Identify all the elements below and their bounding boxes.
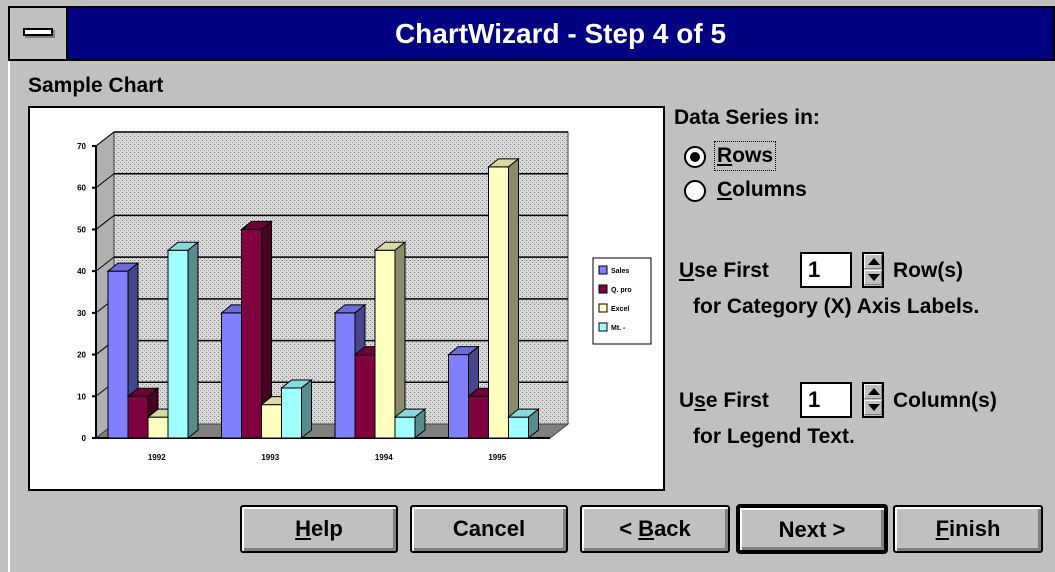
x-tick-label: 1993: [261, 453, 279, 462]
y-tick-label: 20: [77, 351, 86, 360]
help-button[interactable]: Help: [240, 505, 398, 553]
bar-side: [301, 378, 312, 440]
columns-radio[interactable]: [684, 180, 706, 202]
spin-down-button[interactable]: [864, 400, 882, 415]
bar-qpro-1992: [127, 395, 149, 439]
bar-excel-1992: [147, 416, 169, 439]
bar-qpro-1995: [468, 395, 489, 439]
chart-canvas: 0 10 20 30 40 50 60 70 1992 1993 1994 1995 Sales Q. p…: [77, 130, 652, 462]
next-button[interactable]: Next >: [737, 505, 887, 553]
legend-columns-spinner[interactable]: [862, 382, 884, 418]
category-rows-spinner[interactable]: [862, 252, 884, 288]
bar-side: [394, 241, 406, 440]
back-button[interactable]: < Back: [580, 505, 730, 553]
bar-side: [508, 157, 519, 440]
bar-excel-1994: [374, 249, 396, 439]
cancel-button[interactable]: Cancel: [410, 505, 568, 553]
category-axis-description: for Category (X) Axis Labels.: [693, 295, 980, 318]
y-tick-label: 10: [77, 392, 86, 401]
x-tick-label: 1994: [375, 453, 393, 462]
legend-label: Mt. -: [611, 325, 626, 332]
legend-swatch: [598, 322, 608, 332]
legend-label: Excel: [611, 306, 629, 313]
bar-excel-1995: [488, 166, 509, 439]
x-tick-label: 1995: [488, 453, 506, 462]
bar-excel-1993: [261, 404, 282, 439]
arrow-up-icon: [868, 258, 880, 265]
y-tick-label: 50: [77, 225, 86, 234]
y-tick-label: 60: [77, 184, 86, 193]
bar-sales-1994: [334, 312, 356, 439]
columns-radio-label[interactable]: Columns: [717, 178, 807, 202]
sample-chart: 0 10 20 30 40 50 60 70 1992 1993 1994 1995 Sales Q. p…: [28, 106, 665, 491]
bar-qpro-1993: [241, 228, 262, 439]
use-first-rows-label: Use First: [679, 259, 769, 282]
spin-down-button[interactable]: [864, 270, 882, 285]
y-tick-label: 40: [77, 267, 86, 276]
rows-unit-label: Row(s): [893, 259, 963, 282]
x-tick-label: 1992: [148, 453, 166, 462]
title-bar: ChartWizard - Step 4 of 5: [8, 6, 1055, 61]
bar-qpro-1994: [354, 354, 376, 439]
bar-sales-1995: [448, 354, 469, 439]
bar-mt-1993: [281, 387, 302, 439]
window-title: ChartWizard - Step 4 of 5: [394, 18, 727, 49]
legend-label: Q. pro: [611, 287, 632, 294]
system-menu-icon: [23, 28, 53, 36]
bar-sales-1992: [107, 270, 129, 439]
legend-label: Sales: [611, 268, 629, 275]
bar-mt-1992: [167, 249, 189, 439]
legend-columns-input[interactable]: 1: [800, 382, 852, 418]
rows-radio[interactable]: [684, 146, 706, 168]
legend-swatch: [598, 284, 608, 294]
use-first-columns-label: Use First: [679, 389, 769, 412]
radio-selected-dot: [690, 152, 700, 162]
system-menu-button[interactable]: [10, 8, 68, 59]
data-series-label: Data Series in:: [674, 106, 820, 129]
arrow-up-icon: [868, 388, 880, 395]
columns-unit-label: Column(s): [893, 389, 997, 412]
y-tick-label: 70: [77, 142, 86, 151]
spin-up-button[interactable]: [864, 254, 882, 269]
spin-up-button[interactable]: [864, 384, 882, 399]
rows-radio-label[interactable]: Rows: [713, 141, 777, 171]
y-tick-label: 30: [77, 309, 86, 318]
legend-swatch: [598, 303, 608, 313]
arrow-down-icon: [868, 274, 880, 281]
finish-button[interactable]: Finish: [893, 505, 1043, 553]
bar-mt-1995: [508, 416, 529, 439]
legend-text-description: for Legend Text.: [693, 425, 855, 448]
legend-swatch: [598, 265, 608, 275]
bar-sales-1993: [221, 312, 242, 439]
y-tick-label: 0: [82, 434, 87, 443]
bar-side: [187, 241, 199, 440]
arrow-down-icon: [868, 404, 880, 411]
category-rows-input[interactable]: 1: [800, 252, 852, 288]
sample-chart-label: Sample Chart: [28, 74, 164, 97]
bar-mt-1994: [394, 416, 416, 439]
